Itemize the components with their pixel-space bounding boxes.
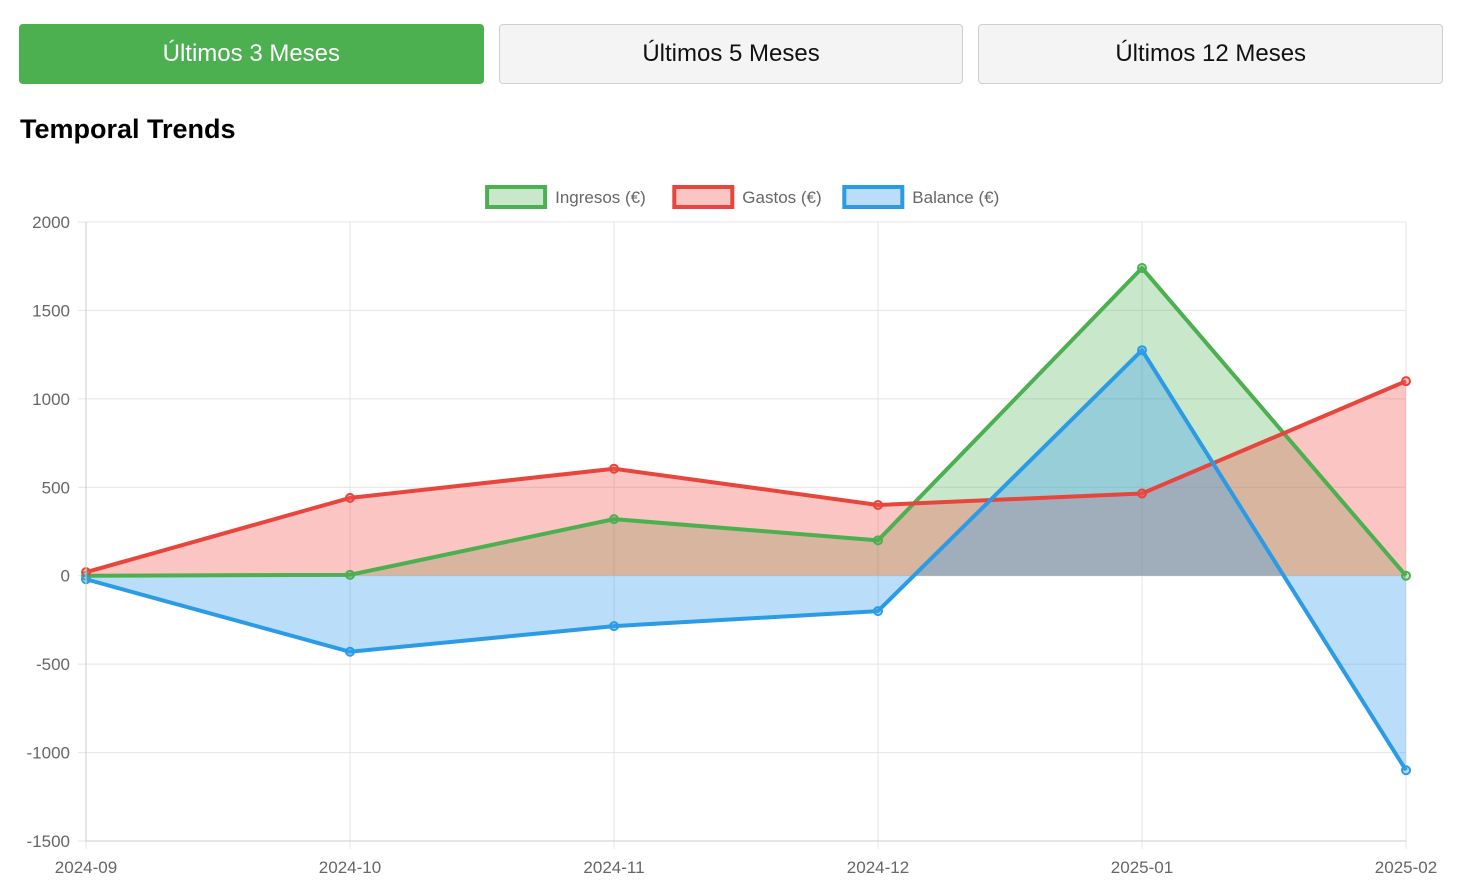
series-area-gastos	[86, 381, 1406, 576]
series-line-gastos	[85, 379, 1407, 575]
x-tick-label: 2024-09	[55, 858, 117, 877]
x-tick-label: 2024-12	[847, 858, 909, 877]
legend-label-balance: Balance (€)	[912, 188, 999, 207]
section-title: Temporal Trends	[20, 114, 236, 144]
chart-axes: 2000 1500 1000 500 0 -500 -1000 -1500 2024-09 202…	[27, 213, 1438, 877]
y-tick-label: -500	[36, 655, 70, 674]
data-point-gastos	[609, 463, 619, 474]
chart-grid	[78, 221, 1407, 849]
x-tick-label: 2024-10	[319, 858, 381, 877]
y-tick-label: 1500	[32, 301, 70, 320]
data-point-balance	[345, 646, 355, 657]
series-line-ingresos	[85, 265, 1408, 578]
data-point-gastos	[345, 492, 355, 503]
y-tick-label: 0	[61, 567, 70, 586]
series-line-balance	[85, 348, 1408, 772]
x-tick-label: 2024-11	[583, 858, 644, 877]
series-lines	[85, 265, 1408, 772]
data-point-balance	[609, 621, 619, 632]
series-area-balance	[86, 350, 1406, 771]
legend-swatch-gastos	[672, 185, 735, 209]
y-tick-label: 500	[42, 478, 70, 497]
x-tick-label: 2025-02	[1375, 858, 1437, 877]
data-point-ingresos	[873, 535, 883, 546]
data-point-gastos	[1401, 376, 1411, 387]
data-point-ingresos	[1137, 262, 1147, 273]
legend-label-gastos: Gastos (€)	[742, 188, 821, 207]
range-12-months-button[interactable]: Últimos 12 Meses	[978, 24, 1444, 84]
data-point-ingresos	[345, 569, 355, 580]
x-tick-label: 2025-01	[1111, 858, 1173, 877]
range-3-months-button[interactable]: Últimos 3 Meses	[19, 24, 484, 84]
legend-swatch-balance	[842, 185, 905, 209]
series-fills	[86, 267, 1406, 771]
data-point-balance	[1401, 765, 1411, 776]
data-point-ingresos	[609, 514, 619, 525]
y-tick-label: -1000	[27, 744, 70, 763]
y-tick-label: -1500	[27, 832, 70, 851]
chart-legend: Ingresos (€) Gastos (€) Balance (€)	[485, 185, 999, 209]
legend-swatch-ingresos	[485, 185, 548, 209]
data-point-balance	[873, 606, 883, 617]
legend-label-ingresos: Ingresos (€)	[555, 188, 646, 207]
legend-item-gastos[interactable]: Gastos (€)	[672, 185, 822, 209]
data-point-ingresos	[81, 570, 91, 581]
data-point-balance	[1137, 345, 1147, 356]
data-point-gastos	[81, 567, 91, 578]
data-point-gastos	[873, 499, 883, 510]
series-area-ingresos	[86, 267, 1406, 576]
y-tick-label: 1000	[32, 390, 70, 409]
data-point-balance	[81, 574, 91, 585]
y-tick-label: 2000	[32, 213, 70, 232]
data-point-gastos	[1137, 488, 1147, 499]
data-point-ingresos	[1401, 570, 1411, 581]
legend-item-balance[interactable]: Balance (€)	[842, 185, 999, 209]
series-points	[81, 262, 1411, 776]
legend-item-ingresos[interactable]: Ingresos (€)	[485, 185, 646, 209]
range-tabs: Últimos 3 Meses Últimos 5 Meses Últimos …	[19, 24, 1444, 84]
range-5-months-button[interactable]: Últimos 5 Meses	[498, 24, 964, 84]
